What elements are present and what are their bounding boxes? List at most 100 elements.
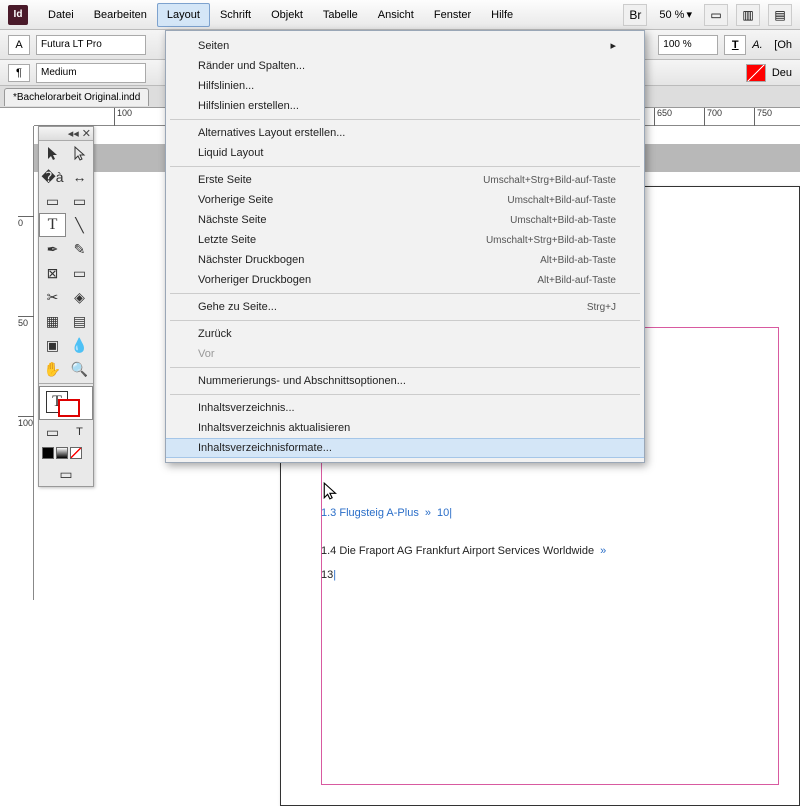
gap-tool[interactable]: ↔ bbox=[66, 165, 93, 189]
menu-label: Gehe zu Seite... bbox=[198, 301, 277, 313]
document-tab[interactable]: *Bachelorarbeit Original.indd bbox=[4, 88, 149, 106]
view-mode-tool[interactable]: ▭ bbox=[39, 462, 93, 486]
ruler-tick: 0 bbox=[18, 216, 34, 228]
gradient-feather-tool[interactable]: ▤ bbox=[66, 309, 93, 333]
menu-nummerierung[interactable]: Nummerierungs- und Abschnittsoptionen... bbox=[166, 371, 644, 391]
tab-arrow-icon: » bbox=[425, 507, 431, 519]
menu-hilfslinien-erstellen[interactable]: Hilfslinien erstellen... bbox=[166, 96, 644, 116]
menu-ansicht[interactable]: Ansicht bbox=[368, 3, 424, 27]
menu-erste-seite[interactable]: Erste SeiteUmschalt+Strg+Bild-auf-Taste bbox=[166, 170, 644, 190]
swatch-gradient[interactable] bbox=[56, 447, 68, 459]
font-family-select[interactable]: Futura LT Pro bbox=[36, 35, 146, 55]
menu-label: Nächste Seite bbox=[198, 214, 266, 226]
menu-alternatives-layout[interactable]: Alternatives Layout erstellen... bbox=[166, 123, 644, 143]
menu-vorheriger-druckbogen[interactable]: Vorheriger DruckbogenAlt+Bild-auf-Taste bbox=[166, 270, 644, 290]
pen-tool[interactable]: ✒ bbox=[39, 237, 66, 261]
menu-tabelle[interactable]: Tabelle bbox=[313, 3, 368, 27]
view-mode-button[interactable]: ▭ bbox=[704, 4, 728, 26]
menu-label: Nächster Druckbogen bbox=[198, 254, 304, 266]
menu-label: Liquid Layout bbox=[198, 147, 263, 159]
eyedropper-tool[interactable]: 💧 bbox=[66, 333, 93, 357]
menu-inhaltsverzeichnis-aktualisieren[interactable]: Inhaltsverzeichnis aktualisieren bbox=[166, 418, 644, 438]
right-field-1[interactable]: [Oh bbox=[774, 39, 792, 51]
menu-vorherige-seite[interactable]: Vorherige SeiteUmschalt+Bild-auf-Taste bbox=[166, 190, 644, 210]
menu-letzte-seite[interactable]: Letzte SeiteUmschalt+Strg+Bild-ab-Taste bbox=[166, 230, 644, 250]
ruler-tick: 700 bbox=[704, 108, 722, 126]
menu-liquid-layout[interactable]: Liquid Layout bbox=[166, 143, 644, 163]
chevron-down-icon: ▾ bbox=[686, 8, 692, 21]
menu-label: Zurück bbox=[198, 328, 232, 340]
page-text-line: 1.3 Flugsteig A-Plus»10| bbox=[321, 505, 452, 519]
percent-select[interactable]: 100 % bbox=[658, 35, 718, 55]
menu-schrift[interactable]: Schrift bbox=[210, 3, 261, 27]
ruler-tick: 650 bbox=[654, 108, 672, 126]
menu-inhaltsverzeichnis[interactable]: Inhaltsverzeichnis... bbox=[166, 398, 644, 418]
menu-zurueck[interactable]: Zurück bbox=[166, 324, 644, 344]
color-swatches[interactable] bbox=[39, 444, 93, 462]
menu-seiten[interactable]: Seiten ▸ bbox=[166, 35, 644, 56]
menu-hilfe[interactable]: Hilfe bbox=[481, 3, 523, 27]
tools-panel: ◂◂✕ �à↔ ▭▭ T╲ ✒✎ ⊠▭ ✂◈ ▦▤ ▣💧 ✋🔍 T ▭T ▭ bbox=[38, 126, 94, 487]
swatch-black[interactable] bbox=[42, 447, 54, 459]
menu-objekt[interactable]: Objekt bbox=[261, 3, 313, 27]
selection-tool[interactable] bbox=[39, 141, 66, 165]
right-field-2[interactable]: Deu bbox=[772, 67, 792, 79]
menu-label: Inhaltsverzeichnis... bbox=[198, 402, 295, 414]
menu-naechster-druckbogen[interactable]: Nächster DruckbogenAlt+Bild-ab-Taste bbox=[166, 250, 644, 270]
zoom-select[interactable]: 50 % ▾ bbox=[655, 6, 696, 23]
content-placer-tool[interactable]: ▭ bbox=[66, 189, 93, 213]
menu-raender-spalten[interactable]: Ränder und Spalten... bbox=[166, 56, 644, 76]
swatch-none[interactable] bbox=[70, 447, 82, 459]
zoom-value: 50 % bbox=[659, 9, 684, 21]
formatting-text-icon[interactable]: T bbox=[66, 420, 93, 444]
page-tool[interactable]: �à bbox=[39, 165, 66, 189]
submenu-arrow-icon: ▸ bbox=[610, 39, 616, 52]
menu-datei[interactable]: Datei bbox=[38, 3, 84, 27]
rectangle-tool[interactable]: ▭ bbox=[66, 261, 93, 285]
fill-stroke-swatch[interactable]: T bbox=[39, 386, 93, 420]
ruler-tick: 50 bbox=[18, 316, 34, 328]
toc-entry: 1.3 Flugsteig A-Plus bbox=[321, 507, 419, 519]
menu-label: Ränder und Spalten... bbox=[198, 60, 305, 72]
toc-page: 13 bbox=[321, 569, 333, 581]
no-fill-icon[interactable] bbox=[746, 64, 766, 82]
note-tool[interactable]: ▣ bbox=[39, 333, 66, 357]
paragraph-formatting-icon[interactable]: ¶ bbox=[8, 64, 30, 82]
scissors-tool[interactable]: ✂ bbox=[39, 285, 66, 309]
tools-panel-header[interactable]: ◂◂✕ bbox=[39, 127, 93, 141]
arrange-button[interactable]: ▤ bbox=[768, 4, 792, 26]
type-tool[interactable]: T bbox=[39, 213, 66, 237]
menu-inhaltsverzeichnisformate[interactable]: Inhaltsverzeichnisformate... bbox=[166, 438, 644, 458]
menu-naechste-seite[interactable]: Nächste SeiteUmschalt+Bild-ab-Taste bbox=[166, 210, 644, 230]
bridge-button[interactable]: Br bbox=[623, 4, 647, 26]
formatting-container-icon[interactable]: ▭ bbox=[39, 420, 66, 444]
close-icon[interactable]: ✕ bbox=[82, 127, 91, 140]
hand-tool[interactable]: ✋ bbox=[39, 357, 66, 381]
ruler-tick: 100 bbox=[114, 108, 132, 126]
rectangle-frame-tool[interactable]: ⊠ bbox=[39, 261, 66, 285]
underline-icon[interactable]: T bbox=[724, 35, 746, 55]
menu-bearbeiten[interactable]: Bearbeiten bbox=[84, 3, 157, 27]
content-collector-tool[interactable]: ▭ bbox=[39, 189, 66, 213]
line-tool[interactable]: ╲ bbox=[66, 213, 93, 237]
free-transform-tool[interactable]: ◈ bbox=[66, 285, 93, 309]
menu-shortcut: Umschalt+Bild-auf-Taste bbox=[507, 195, 616, 206]
menu-gehe-zu-seite[interactable]: Gehe zu Seite...Strg+J bbox=[166, 297, 644, 317]
font-weight-select[interactable]: Medium bbox=[36, 63, 146, 83]
zoom-tool[interactable]: 🔍 bbox=[66, 357, 93, 381]
menu-label: Seiten bbox=[198, 40, 229, 52]
pencil-tool[interactable]: ✎ bbox=[66, 237, 93, 261]
screen-mode-button[interactable]: ▥ bbox=[736, 4, 760, 26]
menu-separator bbox=[170, 320, 640, 321]
menu-layout[interactable]: Layout bbox=[157, 3, 210, 27]
menu-shortcut: Umschalt+Strg+Bild-ab-Taste bbox=[486, 235, 616, 246]
menu-hilfslinien[interactable]: Hilfslinien... bbox=[166, 76, 644, 96]
page-text-line: 13| bbox=[321, 567, 336, 581]
menu-fenster[interactable]: Fenster bbox=[424, 3, 481, 27]
direct-selection-tool[interactable] bbox=[66, 141, 93, 165]
gradient-swatch-tool[interactable]: ▦ bbox=[39, 309, 66, 333]
text-cursor-marker: | bbox=[333, 569, 336, 581]
menu-label: Hilfslinien... bbox=[198, 80, 254, 92]
character-formatting-icon[interactable]: A bbox=[8, 35, 30, 55]
toc-entry: 1.4 Die Fraport AG Frankfurt Airport Ser… bbox=[321, 545, 594, 557]
